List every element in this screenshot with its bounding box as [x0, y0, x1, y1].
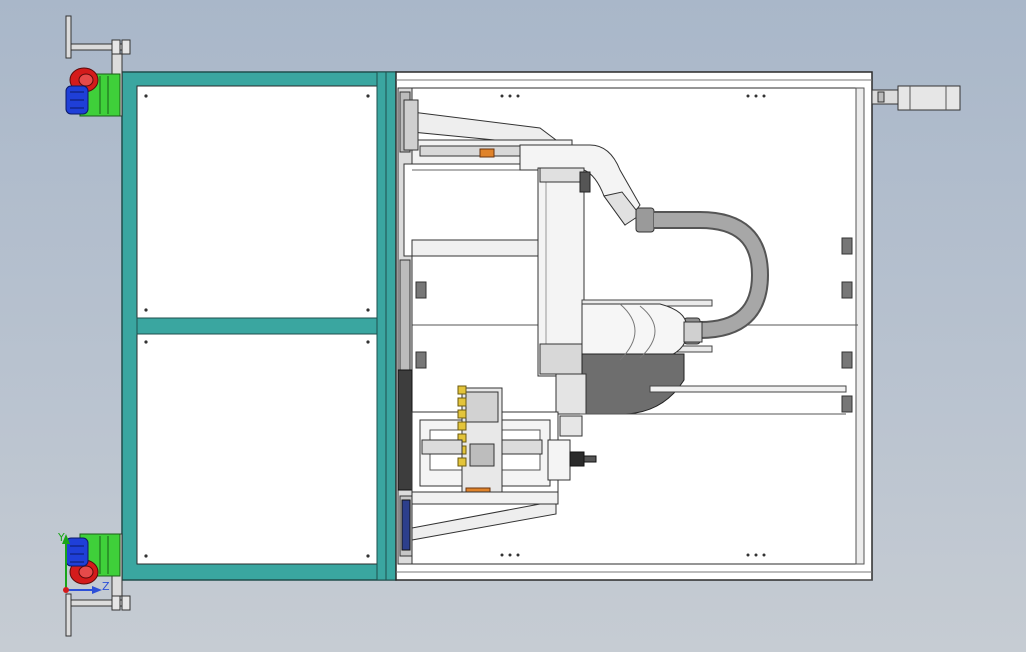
vertical-rail: [397, 87, 413, 565]
left-panel-top: [136, 85, 378, 319]
assembly-drawing: Y Z: [57, 15, 961, 637]
left-frame-divider: [136, 317, 378, 335]
caster-bottom: [65, 533, 131, 637]
triad-label-z: Z: [102, 580, 110, 593]
left-frame: [121, 71, 397, 581]
left-panel-bottom: [136, 333, 378, 565]
cad-viewport[interactable]: Y Z: [0, 0, 1026, 652]
caster-top: [65, 15, 131, 117]
side-cylinder: [871, 85, 961, 111]
triad-label-y: Y: [57, 531, 65, 544]
